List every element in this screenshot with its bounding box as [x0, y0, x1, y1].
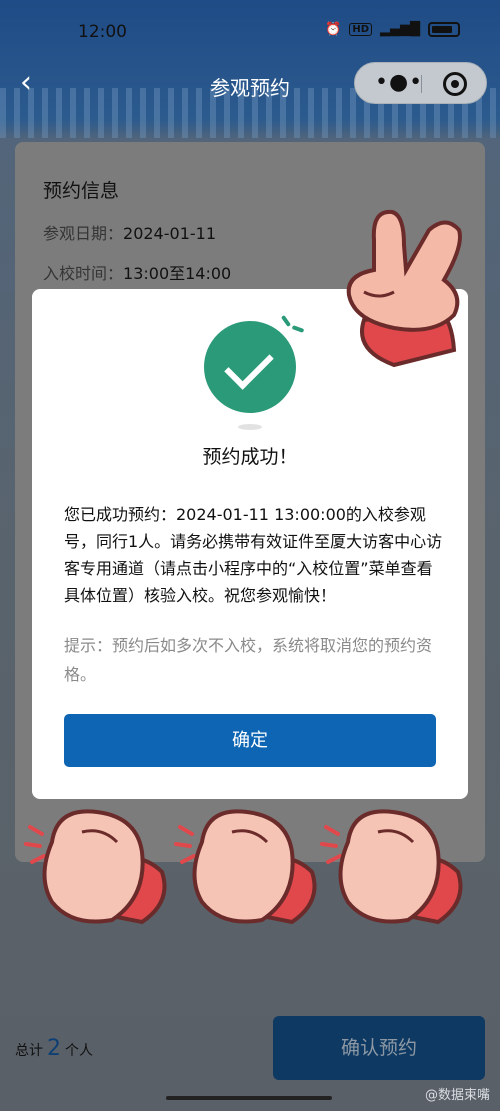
dialog-hint: 提示：预约后如多次不入校，系统将取消您的预约资格。: [64, 636, 433, 684]
visit-date-label: 参观日期：: [43, 224, 124, 243]
battery-icon: [428, 22, 460, 37]
home-indicator: [166, 1096, 332, 1100]
total-prefix: 总计: [15, 1043, 43, 1059]
clapping-hand-sticker: [24, 809, 167, 925]
status-icons: ⏰ HD ▂▄▆█: [325, 22, 460, 37]
capsule-divider: [421, 75, 422, 93]
confirm-button[interactable]: 确定: [64, 714, 436, 767]
entry-time-value: 13:00至14:00: [123, 264, 232, 283]
total-people: 总计 2 个人: [15, 1036, 93, 1061]
peace-hand-sticker: [346, 209, 462, 368]
more-icon[interactable]: •●•: [375, 72, 423, 94]
visit-date-row: 参观日期：2024-01-11: [43, 220, 216, 244]
sparkle-decoration: [291, 325, 305, 333]
watermark: @数据束嘴: [424, 1088, 490, 1103]
status-time: 12:00: [78, 22, 127, 42]
dialog-message: 您已成功预约：2024-01-11 13:00:00的入校参观号，同行1人。请务…: [64, 505, 443, 605]
dialog-title: 预约成功！: [202, 446, 298, 468]
alarm-icon: ⏰: [325, 22, 342, 37]
clapping-hand-sticker: [320, 809, 463, 925]
hd-icon: HD: [349, 23, 372, 36]
icon-shadow: [238, 424, 262, 430]
entry-time-row: 入校时间：13:00至14:00: [43, 260, 231, 284]
signal-icon: ▂▄▆█: [380, 22, 420, 37]
entry-time-label: 入校时间：: [43, 264, 124, 283]
target-icon[interactable]: [443, 72, 467, 96]
info-card-title: 预约信息: [43, 180, 120, 202]
total-suffix: 个人: [65, 1043, 93, 1059]
sparkle-decoration: [280, 314, 292, 328]
visit-date-value: 2024-01-11: [123, 224, 216, 243]
clapping-hand-sticker: [174, 809, 317, 925]
confirm-reservation-button[interactable]: 确认预约: [273, 1016, 485, 1080]
status-bar: 12:00 ⏰ HD ▂▄▆█: [0, 0, 500, 64]
nav-bar: ‹ 参观预约 •●•: [0, 62, 500, 106]
check-circle-icon: [204, 321, 296, 413]
total-count: 2: [47, 1036, 61, 1061]
mini-program-capsule: •●•: [354, 62, 487, 104]
